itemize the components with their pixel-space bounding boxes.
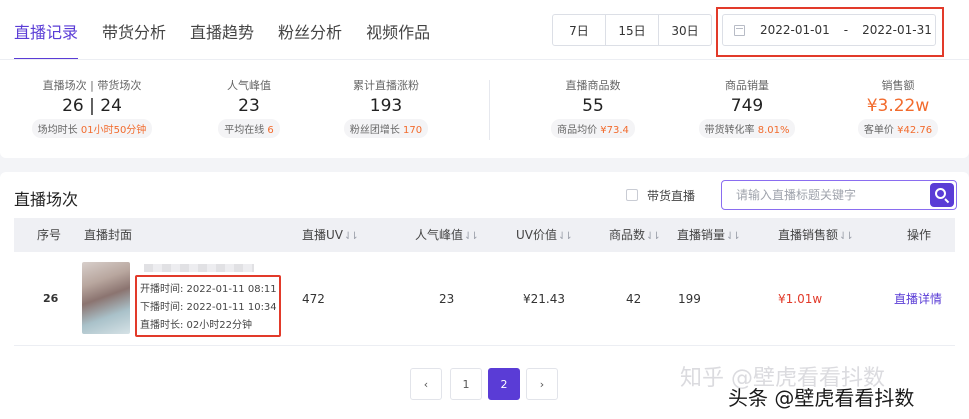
sort-icon[interactable]: ⇃⇂ — [646, 231, 661, 242]
prev-page-button[interactable]: ‹ — [410, 368, 442, 400]
section-title: 直播场次 — [14, 190, 79, 209]
stat-sub-value: 8.01% — [757, 125, 790, 136]
stat-value: ¥3.22w — [866, 96, 930, 116]
row-index: 26 — [43, 292, 59, 305]
sort-icon[interactable]: ⇃⇂ — [464, 231, 479, 242]
col-index: 序号 — [37, 228, 62, 242]
table-header: 序号 直播封面 直播UV⇃⇂ 人气峰值⇃⇂ UV价值⇃⇂ 商品数⇃⇂ 直播销量⇃… — [14, 218, 955, 252]
stat-sub-value: 170 — [403, 125, 423, 136]
search-icon[interactable] — [930, 183, 954, 207]
table-row[interactable]: 26 开播时间: 2022-01-11 08:11 下播时间: 2022-01-… — [14, 252, 955, 346]
stat-sub-label: 客单价 — [863, 125, 894, 136]
col-revenue[interactable]: 直播销售额⇃⇂ — [778, 218, 854, 252]
sort-icon[interactable]: ⇃⇂ — [726, 231, 741, 242]
sales-live-checkbox-label[interactable]: 带货直播 — [647, 187, 695, 204]
stat-sub-value: 01小时50分钟 — [80, 125, 147, 136]
col-peak[interactable]: 人气峰值⇃⇂ — [415, 218, 479, 252]
cell-sales: 199 — [678, 292, 701, 306]
tab-live-records[interactable]: 直播记录 — [14, 0, 79, 60]
cell-uv-value: ¥21.43 — [523, 292, 565, 306]
stat-value: 26 | 24 — [62, 96, 122, 116]
stat-label: 人气峰值 — [227, 79, 271, 92]
next-page-button[interactable]: › — [526, 368, 558, 400]
tab-live-trends[interactable]: 直播趋势 — [190, 0, 254, 60]
stat-label: 直播场次 | 带货场次 — [42, 79, 142, 92]
col-uv-value-label: UV价值 — [516, 228, 557, 242]
col-action: 操作 — [907, 228, 932, 242]
duration: 直播时长: 02小时22分钟 — [140, 320, 252, 331]
stat-label: 累计直播涨粉 — [353, 79, 419, 92]
toutiao-watermark: 头条 @壁虎看看抖数 — [728, 386, 915, 410]
stat-sub-value: 6 — [267, 125, 274, 136]
live-cover-thumbnail[interactable] — [82, 262, 130, 334]
stat-sub: 平均在线 6 — [218, 119, 280, 138]
stat-sub-label: 场均时长 — [37, 125, 78, 136]
stat-peak-popularity: 人气峰值 23 平均在线 6 — [179, 78, 319, 138]
col-products[interactable]: 商品数⇃⇂ — [609, 218, 661, 252]
stat-value: 749 — [730, 96, 764, 116]
live-detail-link[interactable]: 直播详情 — [894, 252, 942, 346]
range-30-days-button[interactable]: 30日 — [658, 14, 712, 46]
search-box — [721, 180, 957, 210]
col-uv-value[interactable]: UV价值⇃⇂ — [516, 218, 573, 252]
live-time-info: 开播时间: 2022-01-11 08:11 下播时间: 2022-01-11 … — [135, 275, 281, 337]
col-revenue-label: 直播销售额 — [778, 228, 839, 242]
stat-value: 193 — [369, 96, 403, 116]
stat-sub-label: 商品均价 — [557, 125, 598, 136]
cell-uv: 472 — [302, 292, 325, 306]
sort-icon[interactable]: ⇃⇂ — [558, 231, 573, 242]
col-products-label: 商品数 — [609, 228, 646, 242]
range-button-group: 7日 15日 30日 — [552, 14, 712, 46]
stat-sub: 客单价 ¥42.76 — [857, 119, 939, 138]
stat-sub-label: 平均在线 — [224, 125, 265, 136]
stat-fans-growth: 累计直播涨粉 193 粉丝团增长 170 — [316, 78, 456, 138]
range-15-days-button[interactable]: 15日 — [605, 14, 659, 46]
tab-video-works[interactable]: 视频作品 — [366, 0, 430, 60]
cell-revenue: ¥1.01w — [778, 292, 823, 306]
page-1-button[interactable]: 1 — [450, 368, 482, 400]
stat-value: 55 — [582, 96, 604, 116]
stat-value: 23 — [238, 96, 260, 116]
col-cover: 直播封面 — [84, 228, 133, 242]
col-peak-label: 人气峰值 — [415, 228, 464, 242]
live-title-blurred — [144, 264, 254, 272]
stat-live-sessions: 直播场次 | 带货场次 26 | 24 场均时长 01小时50分钟 — [22, 78, 162, 138]
col-uv-label: 直播UV — [302, 228, 343, 242]
col-sales-label: 直播销量 — [677, 228, 726, 242]
cell-products: 42 — [626, 292, 642, 306]
tab-bar: 直播记录 带货分析 直播趋势 粉丝分析 视频作品 — [14, 0, 454, 60]
stat-revenue: 销售额 ¥3.22w 客单价 ¥42.76 — [828, 78, 968, 138]
stat-sub: 带货转化率 8.01% — [698, 119, 796, 138]
range-7-days-button[interactable]: 7日 — [552, 14, 606, 46]
stat-sub: 粉丝团增长 170 — [343, 119, 429, 138]
stat-sales-volume: 商品销量 749 带货转化率 8.01% — [677, 78, 817, 138]
stats-divider — [489, 80, 490, 140]
stat-sub-value: ¥42.76 — [897, 125, 933, 136]
stat-sub: 场均时长 01小时50分钟 — [31, 119, 153, 138]
stat-label: 商品销量 — [725, 79, 769, 92]
col-sales[interactable]: 直播销量⇃⇂ — [677, 218, 741, 252]
start-time: 开播时间: 2022-01-11 08:11 — [140, 284, 277, 295]
stat-sub-label: 带货转化率 — [704, 125, 755, 136]
stat-label: 销售额 — [881, 79, 915, 92]
tab-sales-analysis[interactable]: 带货分析 — [102, 0, 166, 60]
stat-label: 直播商品数 — [565, 79, 621, 92]
stat-products: 直播商品数 55 商品均价 ¥73.4 — [523, 78, 663, 138]
cell-peak: 23 — [439, 292, 455, 306]
search-input[interactable] — [722, 181, 926, 209]
sort-icon[interactable]: ⇃⇂ — [344, 231, 359, 242]
sales-live-checkbox[interactable] — [626, 189, 638, 201]
tab-divider — [0, 59, 969, 60]
annotation-box-date — [716, 7, 944, 57]
stat-sub-value: ¥73.4 — [600, 125, 629, 136]
col-uv[interactable]: 直播UV⇃⇂ — [302, 218, 359, 252]
overview-panel: 直播记录 带货分析 直播趋势 粉丝分析 视频作品 7日 15日 30日 2022… — [0, 0, 969, 158]
end-time: 下播时间: 2022-01-11 10:34 — [140, 302, 277, 313]
sort-icon[interactable]: ⇃⇂ — [839, 231, 854, 242]
tab-fan-analysis[interactable]: 粉丝分析 — [278, 0, 342, 60]
page-2-button[interactable]: 2 — [488, 368, 520, 400]
stat-sub-label: 粉丝团增长 — [349, 125, 400, 136]
stat-sub: 商品均价 ¥73.4 — [551, 119, 635, 138]
